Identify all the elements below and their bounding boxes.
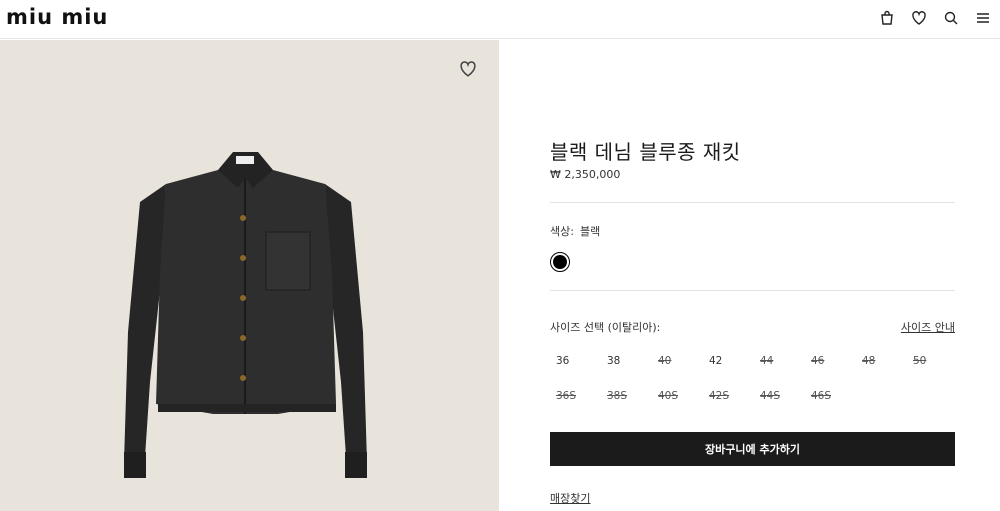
divider bbox=[550, 202, 955, 203]
size-option[interactable]: 38S bbox=[601, 387, 652, 405]
size-option[interactable]: 50 bbox=[907, 352, 958, 370]
header-icons bbox=[878, 9, 992, 27]
add-to-cart-button[interactable]: 장바구니에 추가하기 bbox=[550, 432, 955, 466]
size-option[interactable]: 46S bbox=[805, 387, 856, 405]
menu-icon[interactable] bbox=[974, 9, 992, 27]
bag-icon[interactable] bbox=[878, 9, 896, 27]
size-option[interactable]: 44S bbox=[754, 387, 805, 405]
color-info: 색상: 블랙 bbox=[550, 223, 600, 239]
size-option[interactable]: 40S bbox=[652, 387, 703, 405]
product-image-panel bbox=[0, 40, 499, 511]
divider bbox=[550, 290, 955, 291]
product-details: 블랙 데님 블루종 재킷 ₩ 2,350,000 색상: 블랙 사이즈 선택 (… bbox=[550, 40, 955, 511]
product-price: ₩ 2,350,000 bbox=[550, 168, 621, 181]
size-select-label: 사이즈 선택 (이탈리아): bbox=[550, 321, 661, 334]
size-option[interactable]: 42S bbox=[703, 387, 754, 405]
size-option[interactable]: 44 bbox=[754, 352, 805, 370]
size-options: 36 38 40 42 44 46 48 50 36S 38S 40S 42S 44S 46S bbox=[550, 352, 955, 405]
product-jacket-image[interactable] bbox=[118, 132, 373, 497]
product-title: 블랙 데님 블루종 재킷 bbox=[550, 140, 741, 164]
color-label: 색상: bbox=[550, 225, 574, 238]
size-option[interactable]: 48 bbox=[856, 352, 907, 370]
size-option[interactable]: 36S bbox=[550, 387, 601, 405]
size-option[interactable]: 40 bbox=[652, 352, 703, 370]
color-swatch-black[interactable] bbox=[550, 252, 570, 272]
size-option[interactable]: 36 bbox=[550, 352, 601, 370]
brand-logo[interactable]: miu miu bbox=[6, 7, 108, 28]
swatch-fill bbox=[553, 255, 567, 269]
search-icon[interactable] bbox=[942, 9, 960, 27]
size-option[interactable]: 42 bbox=[703, 352, 754, 370]
size-guide-link[interactable]: 사이즈 안내 bbox=[901, 319, 955, 335]
site-header: miu miu bbox=[0, 0, 1000, 39]
color-value: 블랙 bbox=[579, 225, 601, 238]
heart-icon[interactable] bbox=[910, 9, 928, 27]
store-finder-link[interactable]: 매장찾기 bbox=[550, 490, 590, 506]
size-option[interactable]: 38 bbox=[601, 352, 652, 370]
wishlist-heart-icon[interactable] bbox=[459, 60, 479, 80]
size-option[interactable]: 46 bbox=[805, 352, 856, 370]
